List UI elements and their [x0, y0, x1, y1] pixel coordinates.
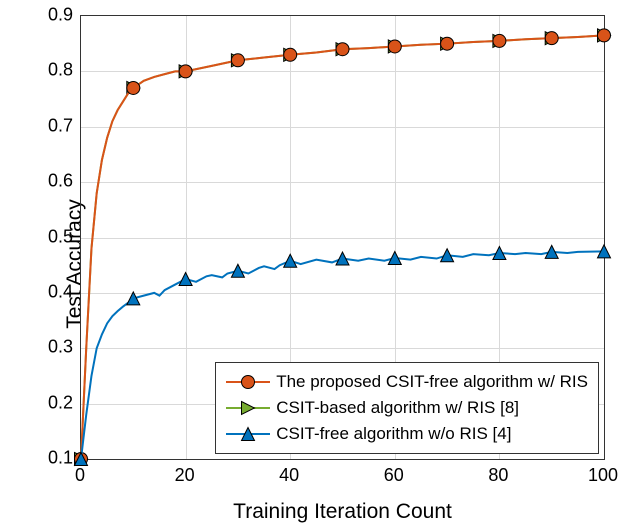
legend-label: CSIT-free algorithm w/o RIS [4] — [276, 424, 511, 444]
x-tick-label: 20 — [175, 465, 195, 486]
series-marker — [493, 34, 506, 47]
x-tick-label: 80 — [488, 465, 508, 486]
y-tick-label: 0.5 — [33, 226, 73, 247]
series-marker — [545, 32, 558, 45]
series-marker — [441, 37, 454, 50]
y-tick-label: 0.2 — [33, 392, 73, 413]
legend-label: The proposed CSIT-free algorithm w/ RIS — [276, 372, 588, 392]
series-marker — [284, 254, 297, 267]
y-tick-label: 0.9 — [33, 5, 73, 26]
series-marker — [284, 48, 297, 61]
series-marker — [231, 54, 244, 67]
legend-swatch — [226, 398, 270, 418]
y-tick-label: 0.4 — [33, 281, 73, 302]
legend-entry: CSIT-free algorithm w/o RIS [4] — [226, 421, 588, 447]
circle-icon — [240, 374, 256, 390]
y-tick-label: 0.6 — [33, 171, 73, 192]
y-tick-label: 0.3 — [33, 337, 73, 358]
series-marker — [388, 40, 401, 53]
legend-label: CSIT-based algorithm w/ RIS [8] — [276, 398, 519, 418]
legend-entry: The proposed CSIT-free algorithm w/ RIS — [226, 369, 588, 395]
series-marker — [336, 43, 349, 56]
series-marker — [179, 273, 192, 286]
series-marker — [127, 292, 140, 305]
series-marker — [127, 81, 140, 94]
y-tick-label: 0.7 — [33, 115, 73, 136]
chart-container: Test Accuracy Training Iteration Count T… — [0, 0, 628, 528]
legend-swatch — [226, 424, 270, 444]
x-tick-label: 40 — [279, 465, 299, 486]
plot-area: The proposed CSIT-free algorithm w/ RIS C… — [80, 15, 605, 460]
x-axis-label: Training Iteration Count — [80, 500, 605, 524]
y-tick-label: 0.1 — [33, 448, 73, 469]
legend-entry: CSIT-based algorithm w/ RIS [8] — [226, 395, 588, 421]
legend: The proposed CSIT-free algorithm w/ RIS C… — [215, 362, 599, 454]
triangle-right-icon — [240, 400, 256, 416]
y-tick-label: 0.8 — [33, 60, 73, 81]
x-tick-label: 100 — [588, 465, 618, 486]
x-tick-label: 60 — [384, 465, 404, 486]
series-marker — [598, 29, 611, 42]
triangle-up-icon — [240, 426, 256, 442]
legend-swatch — [226, 372, 270, 392]
series-marker — [179, 65, 192, 78]
x-tick-label: 0 — [75, 465, 85, 486]
series-marker — [231, 264, 244, 277]
